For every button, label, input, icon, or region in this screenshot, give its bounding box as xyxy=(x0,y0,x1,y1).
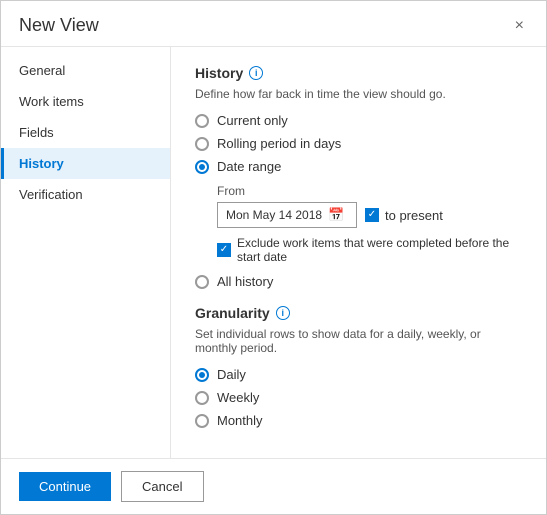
radio-current-only[interactable]: Current only xyxy=(195,113,522,128)
sidebar-item-label: Verification xyxy=(19,187,83,202)
dialog-body: General Work items Fields History Verifi… xyxy=(1,47,546,458)
all-history-radio-group: All history xyxy=(195,274,522,289)
radio-all-history[interactable]: All history xyxy=(195,274,522,289)
calendar-icon[interactable]: 📅 xyxy=(328,207,344,223)
history-radio-group: Current only Rolling period in days Date… xyxy=(195,113,522,174)
history-description: Define how far back in time the view sho… xyxy=(195,87,522,101)
radio-rolling-period-indicator xyxy=(195,137,209,151)
exclude-row: Exclude work items that were completed b… xyxy=(217,236,522,264)
sidebar-item-fields[interactable]: Fields xyxy=(1,117,170,148)
date-value: Mon May 14 2018 xyxy=(226,208,322,222)
sidebar-item-history[interactable]: History xyxy=(1,148,170,179)
radio-date-range-label: Date range xyxy=(217,159,281,174)
sidebar-item-label: General xyxy=(19,63,65,78)
to-present-row: to present xyxy=(365,208,443,223)
radio-date-range[interactable]: Date range xyxy=(195,159,522,174)
radio-current-only-label: Current only xyxy=(217,113,288,128)
date-row: Mon May 14 2018 📅 to present xyxy=(217,202,522,228)
dialog-header: New View × xyxy=(1,1,546,47)
history-info-icon[interactable]: i xyxy=(249,66,263,80)
history-title-text: History xyxy=(195,65,243,81)
exclude-checkbox[interactable] xyxy=(217,243,231,257)
to-present-checkbox[interactable] xyxy=(365,208,379,222)
sidebar-item-verification[interactable]: Verification xyxy=(1,179,170,210)
radio-date-range-indicator xyxy=(195,160,209,174)
radio-monthly-indicator xyxy=(195,414,209,428)
radio-daily[interactable]: Daily xyxy=(195,367,522,382)
granularity-title-text: Granularity xyxy=(195,305,270,321)
granularity-section: Granularity i Set individual rows to sho… xyxy=(195,305,522,428)
dialog-footer: Continue Cancel xyxy=(1,458,546,514)
radio-all-history-indicator xyxy=(195,275,209,289)
sidebar: General Work items Fields History Verifi… xyxy=(1,47,171,458)
sidebar-item-work-items[interactable]: Work items xyxy=(1,86,170,117)
radio-daily-label: Daily xyxy=(217,367,246,382)
radio-monthly-label: Monthly xyxy=(217,413,263,428)
content-area: History i Define how far back in time th… xyxy=(171,47,546,458)
close-button[interactable]: × xyxy=(511,16,528,36)
granularity-radio-group: Daily Weekly Monthly xyxy=(195,367,522,428)
sidebar-item-label: Fields xyxy=(19,125,54,140)
cancel-button[interactable]: Cancel xyxy=(121,471,203,502)
radio-current-only-indicator xyxy=(195,114,209,128)
date-input[interactable]: Mon May 14 2018 📅 xyxy=(217,202,357,228)
radio-rolling-period[interactable]: Rolling period in days xyxy=(195,136,522,151)
granularity-info-icon[interactable]: i xyxy=(276,306,290,320)
continue-button[interactable]: Continue xyxy=(19,472,111,501)
sidebar-item-label: Work items xyxy=(19,94,84,109)
from-label: From xyxy=(217,184,522,198)
granularity-section-title: Granularity i xyxy=(195,305,522,321)
history-section-title: History i xyxy=(195,65,522,81)
sidebar-item-general[interactable]: General xyxy=(1,55,170,86)
radio-all-history-label: All history xyxy=(217,274,273,289)
dialog-title: New View xyxy=(19,15,99,36)
to-present-label: to present xyxy=(385,208,443,223)
exclude-label: Exclude work items that were completed b… xyxy=(237,236,522,264)
radio-weekly-indicator xyxy=(195,391,209,405)
radio-rolling-period-label: Rolling period in days xyxy=(217,136,341,151)
radio-daily-indicator xyxy=(195,368,209,382)
radio-monthly[interactable]: Monthly xyxy=(195,413,522,428)
date-range-content: From Mon May 14 2018 📅 to present Exclud… xyxy=(217,184,522,264)
new-view-dialog: New View × General Work items Fields His… xyxy=(0,0,547,515)
radio-weekly-label: Weekly xyxy=(217,390,259,405)
radio-weekly[interactable]: Weekly xyxy=(195,390,522,405)
granularity-description: Set individual rows to show data for a d… xyxy=(195,327,522,355)
sidebar-item-label: History xyxy=(19,156,64,171)
